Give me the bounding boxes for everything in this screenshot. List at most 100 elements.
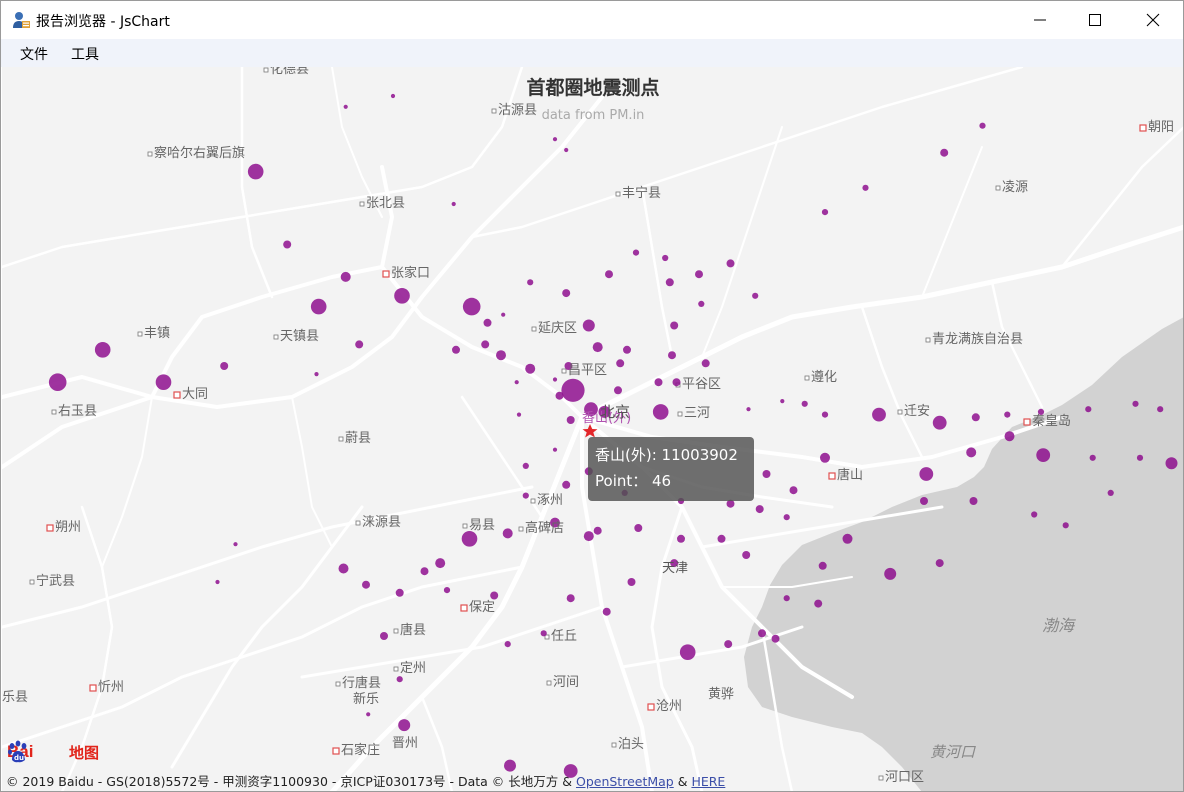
seismic-point[interactable] xyxy=(582,319,595,332)
seismic-point[interactable] xyxy=(338,563,349,574)
seismic-point[interactable] xyxy=(771,634,780,643)
seismic-point[interactable] xyxy=(605,270,613,279)
seismic-point[interactable] xyxy=(724,640,733,649)
seismic-point[interactable] xyxy=(698,300,705,307)
seismic-point[interactable] xyxy=(504,641,511,648)
seismic-point[interactable] xyxy=(94,342,111,358)
seismic-point[interactable] xyxy=(969,497,978,505)
seismic-point[interactable] xyxy=(862,184,869,191)
seismic-point[interactable] xyxy=(789,486,798,495)
menu-tools[interactable]: 工具 xyxy=(71,44,99,64)
seismic-point[interactable] xyxy=(670,321,679,330)
seismic-point[interactable] xyxy=(940,148,949,157)
seismic-point[interactable] xyxy=(742,551,751,559)
seismic-point[interactable] xyxy=(420,567,429,576)
seismic-point[interactable] xyxy=(602,607,611,616)
seismic-point[interactable] xyxy=(583,531,594,542)
seismic-point[interactable] xyxy=(247,163,264,180)
seismic-point[interactable] xyxy=(1157,406,1164,413)
seismic-point[interactable] xyxy=(821,209,829,216)
seismic-point[interactable] xyxy=(566,416,575,424)
seismic-point[interactable] xyxy=(552,137,558,142)
seismic-point[interactable] xyxy=(514,380,519,385)
seismic-point[interactable] xyxy=(395,588,404,597)
seismic-point[interactable] xyxy=(593,526,602,535)
seismic-point[interactable] xyxy=(783,595,790,602)
seismic-point[interactable] xyxy=(496,350,506,361)
seismic-point[interactable] xyxy=(919,467,934,481)
seismic-point[interactable] xyxy=(758,629,766,638)
seismic-point[interactable] xyxy=(481,340,490,349)
seismic-point[interactable] xyxy=(632,249,640,256)
seismic-point[interactable] xyxy=(562,289,571,298)
seismic-point[interactable] xyxy=(662,254,669,262)
seismic-point[interactable] xyxy=(283,240,292,249)
seismic-point[interactable] xyxy=(561,378,585,402)
seismic-point[interactable] xyxy=(842,533,853,544)
seismic-point[interactable] xyxy=(746,407,751,412)
seismic-point[interactable] xyxy=(552,377,558,382)
baidu-logo[interactable]: Bai du 地图 xyxy=(7,740,99,766)
seismic-point[interactable] xyxy=(1036,448,1051,462)
map-view[interactable]: 香山(外) 化德县 沽源县 朝阳 察哈尔右翼后旗 丰宁县 凌源 张北县 张家口 丰镇 天镇县 延庆区… xyxy=(2,67,1184,792)
seismic-point[interactable] xyxy=(451,201,456,207)
seismic-point[interactable] xyxy=(435,558,446,569)
seismic-point[interactable] xyxy=(717,534,726,543)
seismic-point[interactable] xyxy=(310,298,327,315)
seismic-point[interactable] xyxy=(1085,406,1092,413)
seismic-point[interactable] xyxy=(1004,431,1015,442)
seismic-point[interactable] xyxy=(355,340,364,349)
seismic-point[interactable] xyxy=(155,374,172,391)
seismic-point[interactable] xyxy=(616,359,625,368)
seismic-point[interactable] xyxy=(679,644,696,660)
seismic-point[interactable] xyxy=(726,259,735,268)
seismic-point[interactable] xyxy=(1089,454,1096,461)
seismic-point[interactable] xyxy=(48,373,67,392)
seismic-point[interactable] xyxy=(552,447,558,452)
seismic-point[interactable] xyxy=(504,759,516,772)
seismic-point[interactable] xyxy=(340,271,351,282)
seismic-point[interactable] xyxy=(701,359,710,368)
seismic-point[interactable] xyxy=(540,630,547,637)
seismic-point[interactable] xyxy=(220,362,229,370)
title-bar[interactable]: 报告浏览器 - JsChart xyxy=(1,1,1183,39)
seismic-point[interactable] xyxy=(233,542,238,547)
menu-file[interactable]: 文件 xyxy=(20,44,48,64)
seismic-point[interactable] xyxy=(1165,457,1178,470)
seismic-point[interactable] xyxy=(935,559,944,568)
seismic-point[interactable] xyxy=(1107,489,1114,496)
seismic-point[interactable] xyxy=(490,591,499,600)
seismic-point[interactable] xyxy=(665,278,674,287)
seismic-point[interactable] xyxy=(872,407,886,422)
seismic-point[interactable] xyxy=(801,400,808,407)
seismic-point[interactable] xyxy=(752,292,759,299)
seismic-point[interactable] xyxy=(668,351,676,360)
seismic-point[interactable] xyxy=(1136,454,1144,461)
seismic-point[interactable] xyxy=(366,712,371,717)
seismic-point[interactable] xyxy=(562,480,571,489)
seismic-point[interactable] xyxy=(652,404,669,420)
seismic-point[interactable] xyxy=(564,147,569,153)
seismic-point[interactable] xyxy=(920,497,928,505)
seismic-point[interactable] xyxy=(1132,400,1139,407)
seismic-point[interactable] xyxy=(966,447,977,458)
seismic-point[interactable] xyxy=(502,528,513,539)
seismic-point[interactable] xyxy=(592,342,603,353)
seismic-point[interactable] xyxy=(462,297,481,316)
seismic-point[interactable] xyxy=(215,579,220,585)
seismic-point[interactable] xyxy=(818,561,827,570)
seismic-point[interactable] xyxy=(461,531,478,547)
seismic-point[interactable] xyxy=(398,719,411,732)
seismic-point[interactable] xyxy=(780,399,785,404)
seismic-point[interactable] xyxy=(314,372,319,377)
seismic-point[interactable] xyxy=(762,470,771,478)
seismic-point[interactable] xyxy=(443,587,451,594)
seismic-point[interactable] xyxy=(522,462,529,469)
seismic-point[interactable] xyxy=(821,411,829,418)
seismic-point[interactable] xyxy=(1004,411,1011,418)
seismic-point[interactable] xyxy=(755,505,764,514)
seismic-point[interactable] xyxy=(527,279,534,286)
map-canvas[interactable]: 香山(外) 化德县沽源县朝阳察哈尔右翼后旗丰宁县 凌源张北县张家口丰镇 天镇县延庆区… xyxy=(2,67,1184,792)
seismic-point[interactable] xyxy=(525,363,536,374)
seismic-point[interactable] xyxy=(394,288,410,304)
